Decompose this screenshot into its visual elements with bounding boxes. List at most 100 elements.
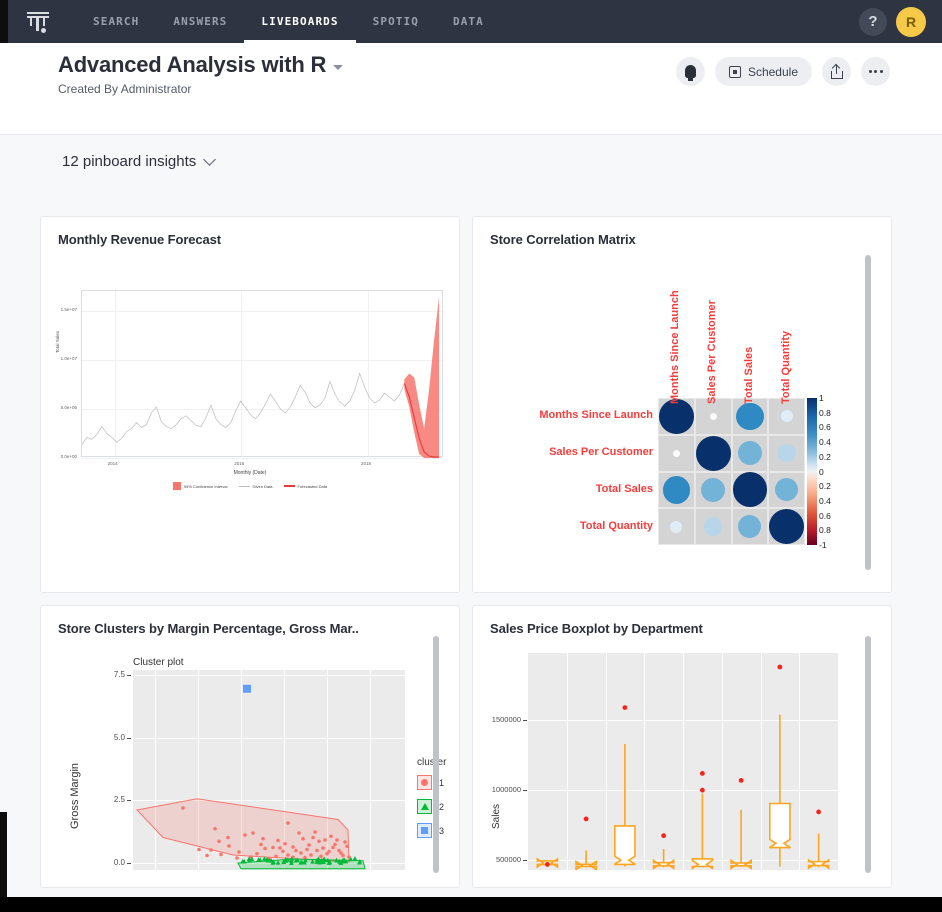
x-axis-tick-label: 2014 — [108, 461, 118, 466]
colorbar-tick-2: 0.6 — [819, 422, 831, 432]
viz-card-store-correlation-matrix[interactable]: Store Correlation Matrix Months Since La… — [472, 216, 892, 593]
row-label-1: Sales Per Customer — [498, 446, 653, 458]
top-navigation-bar: SEARCH ANSWERS LIVEBOARDS SPOTIQ DATA ? … — [0, 0, 942, 43]
y-axis-label: Sales — [491, 804, 502, 829]
column-label-2: Total Sales — [743, 347, 755, 404]
legend-label: 95% Confidence Interval — [184, 484, 228, 489]
legend-label: Forecasted Data — [298, 484, 328, 489]
legend-key-square — [417, 823, 432, 838]
nav-right-controls: ? R — [859, 7, 942, 37]
square-marker-icon — [421, 827, 428, 834]
window-left-edge-top — [0, 0, 8, 43]
nav-tab-liveboards[interactable]: LIVEBOARDS — [244, 0, 355, 43]
y-axis-tick-label: 1.0e+07 — [41, 356, 77, 361]
line-chart-series — [82, 291, 444, 458]
row-label-0: Months Since Launch — [498, 409, 653, 421]
calendar-icon — [729, 66, 741, 78]
legend-key-triangle — [417, 799, 432, 814]
correlation-bubble — [659, 399, 694, 434]
colorbar-tick-8: 0.6 — [819, 511, 831, 521]
line-chart-plot-area — [81, 290, 443, 457]
circle-marker-icon — [421, 779, 428, 786]
correlation-bubble — [736, 403, 763, 430]
liveboard-page: SEARCH ANSWERS LIVEBOARDS SPOTIQ DATA ? … — [0, 0, 942, 912]
legend-swatch — [239, 486, 250, 487]
column-label-3: Total Quantity — [780, 331, 792, 404]
vertical-scrollbar[interactable] — [865, 255, 871, 570]
viz-title: Sales Price Boxplot by Department — [473, 606, 891, 636]
legend-item: Forecasted Data — [284, 484, 328, 489]
share-icon — [831, 65, 843, 79]
legend-title: cluster — [417, 757, 446, 768]
vertical-scrollbar[interactable] — [865, 636, 871, 873]
correlation-cell — [658, 472, 695, 509]
correlation-bubble — [777, 444, 795, 462]
help-icon[interactable]: ? — [859, 8, 887, 36]
pinboard-insights-label: 12 pinboard insights — [62, 153, 196, 170]
app-logo[interactable] — [0, 0, 76, 43]
schedule-button[interactable]: Schedule — [715, 57, 812, 86]
correlation-bubble — [769, 509, 804, 544]
y-axis-tick-label: 2.5 — [93, 795, 125, 804]
correlation-cell — [695, 472, 732, 509]
boxplot-panel — [528, 653, 838, 870]
correlation-bubble — [775, 478, 798, 501]
chart-legend: 95% Confidence IntervalGiven DataForecas… — [41, 482, 459, 490]
correlation-bubble — [696, 436, 731, 471]
x-axis-tick-label: 2016 — [234, 461, 244, 466]
y-axis-tick-mark — [127, 738, 131, 739]
vertical-scrollbar[interactable] — [433, 636, 439, 873]
y-axis-tick-label: 1.5e+07 — [41, 307, 77, 312]
colorbar-tick-5: 0 — [819, 467, 824, 477]
legend-label: 1 — [439, 778, 444, 788]
correlation-cell — [768, 508, 805, 545]
y-axis-label: Gross Margin — [69, 763, 81, 829]
legend-swatch — [173, 482, 181, 490]
y-axis-tick-label: 5.0e+06 — [41, 405, 77, 410]
y-axis-tick-mark — [523, 860, 527, 861]
colorbar-tick-6: 0.2 — [819, 481, 831, 491]
column-label-0: Months Since Launch — [669, 290, 681, 404]
y-axis-tick-label: 0.0e+00 — [41, 454, 77, 459]
legend-swatch — [284, 485, 295, 487]
correlation-cell — [768, 435, 805, 472]
nav-tab-answers[interactable]: ANSWERS — [156, 0, 244, 43]
correlation-bubble — [738, 515, 761, 538]
viz-title: Store Clusters by Margin Percentage, Gro… — [41, 606, 459, 636]
y-axis-tick-label: 5.0 — [93, 733, 125, 742]
spotiq-analyze-button[interactable] — [676, 57, 705, 86]
legend-item-3: 3 — [417, 823, 444, 838]
viz-title: Monthly Revenue Forecast — [41, 217, 459, 247]
viz-body: Months Since Launch Sales Per Customer Tot… — [473, 250, 891, 592]
viz-card-store-clusters[interactable]: Store Clusters by Margin Percentage, Gro… — [40, 605, 460, 888]
nav-tab-spotiq[interactable]: SPOTIQ — [356, 0, 436, 43]
colorbar-tick-9: 0.8 — [819, 525, 831, 535]
viz-card-sales-price-boxplot[interactable]: Sales Price Boxplot by Department 500000… — [472, 605, 892, 888]
legend-label: 2 — [439, 802, 444, 812]
nav-tab-search[interactable]: SEARCH — [76, 0, 156, 43]
y-axis-tick-mark — [127, 800, 131, 801]
legend-item-2: 2 — [417, 799, 444, 814]
correlation-cell — [658, 435, 695, 472]
viz-grid: Monthly Revenue Forecast 0.0e+00 5.0e+06 1… — [40, 216, 902, 888]
chevron-down-icon[interactable] — [333, 65, 343, 70]
more-options-button[interactable] — [861, 57, 890, 86]
y-axis-tick-label: 1500000 — [475, 715, 521, 724]
colorbar-tick-1: 0.8 — [819, 408, 831, 418]
avatar[interactable]: R — [896, 7, 926, 37]
chevron-down-icon[interactable] — [203, 153, 216, 166]
column-label-1: Sales Per Customer — [706, 300, 718, 404]
y-axis-label: Total Sales — [55, 331, 60, 353]
header-actions: Schedule — [676, 57, 890, 86]
correlation-cell — [768, 472, 805, 509]
share-button[interactable] — [822, 57, 851, 86]
correlation-cell — [732, 472, 769, 509]
pinboard-insights-toggle[interactable]: 12 pinboard insights — [62, 153, 214, 170]
viz-card-monthly-revenue-forecast[interactable]: Monthly Revenue Forecast 0.0e+00 5.0e+06 1… — [40, 216, 460, 593]
y-axis-tick-mark — [523, 720, 527, 721]
viz-title: Store Correlation Matrix — [473, 217, 891, 247]
nav-tab-data[interactable]: DATA — [436, 0, 501, 43]
correlation-cell — [695, 435, 732, 472]
legend-label: 3 — [439, 826, 444, 836]
lightbulb-icon — [685, 65, 696, 78]
